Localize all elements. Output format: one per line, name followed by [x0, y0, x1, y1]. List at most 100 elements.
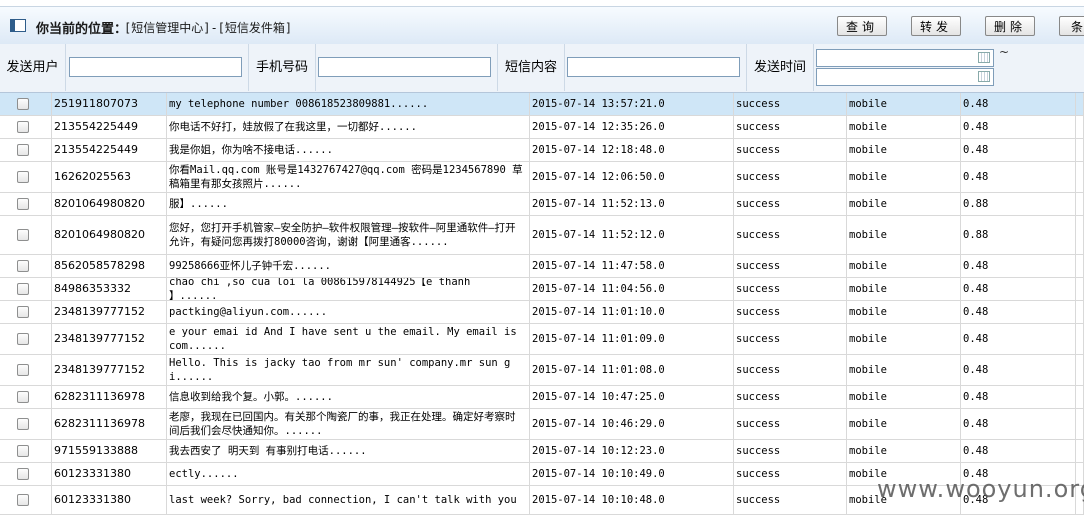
message-content: 99258666亚怀儿子钟千宏...... [169, 260, 332, 272]
checkbox-cell [0, 193, 52, 215]
query-button[interactable]: 查询 [837, 16, 887, 36]
table-row[interactable]: 8201064980820 您好，您打开手机管家—安全防护—软件权限管理—按软件—… [0, 216, 1084, 255]
overflow-cell [1076, 116, 1084, 138]
row-checkbox[interactable] [17, 283, 29, 295]
watermark: www.wooyun.org [877, 475, 1084, 503]
send-time-cell: 2015-07-14 11:52:13.0 [530, 193, 734, 215]
row-checkbox[interactable] [17, 445, 29, 457]
content-input[interactable] [567, 57, 740, 77]
fee-cell: 0.48 [961, 409, 1076, 439]
checkbox-cell [0, 139, 52, 161]
overflow-cell [1076, 355, 1084, 385]
send-time-cell: 2015-07-14 10:12:23.0 [530, 440, 734, 462]
checkbox-cell [0, 278, 52, 300]
checkbox-cell [0, 324, 52, 354]
send-time-cell: 2015-07-14 11:47:58.0 [530, 255, 734, 277]
send-time-cell: 2015-07-14 10:46:29.0 [530, 409, 734, 439]
table-row[interactable]: 213554225449 你电话不好打，娃放假了在我这里，一切都好...... 20… [0, 116, 1084, 139]
send-time-cell: 2015-07-14 12:35:26.0 [530, 116, 734, 138]
breadcrumb: [短信管理中心]-[短信发件箱] [124, 21, 293, 35]
phone-cell: 60123331380 [52, 463, 167, 485]
phone-input[interactable] [318, 57, 491, 77]
row-checkbox[interactable] [17, 306, 29, 318]
checkbox-cell [0, 162, 52, 192]
send-user-input[interactable] [69, 57, 242, 77]
row-checkbox[interactable] [17, 121, 29, 133]
status-cell: success [734, 324, 847, 354]
checkbox-cell [0, 355, 52, 385]
status-cell: success [734, 409, 847, 439]
table-row[interactable]: 8562058578298 99258666亚怀儿子钟千宏...... 2015-0… [0, 255, 1084, 278]
row-checkbox[interactable] [17, 198, 29, 210]
table-row[interactable]: 213554225449 我是你姐，你为啥不接电话...... 2015-07-14… [0, 139, 1084, 162]
phone-cell: 2348139777152 [52, 355, 167, 385]
fee-cell: 0.48 [961, 255, 1076, 277]
type-cell: mobile [847, 409, 961, 439]
phone-cell: 6282311136978 [52, 386, 167, 408]
table-row[interactable]: 16262025563 你看Mail.qq.com 账号是1432767427@q… [0, 162, 1084, 193]
row-checkbox[interactable] [17, 391, 29, 403]
row-checkbox[interactable] [17, 333, 29, 345]
row-checkbox[interactable] [17, 260, 29, 272]
status-cell: success [734, 216, 847, 254]
table-row[interactable]: 971559133888 我去西安了 明天到 有事别打电话...... 2015-0… [0, 440, 1084, 463]
status-cell: success [734, 255, 847, 277]
fee-cell: 0.48 [961, 278, 1076, 300]
calendar-icon[interactable] [978, 71, 990, 82]
toolbar-header: 你当前的位置： [短信管理中心]-[短信发件箱] 查询 转发 删除 条 [0, 7, 1084, 45]
start-time-input[interactable] [816, 49, 994, 67]
phone-cell: 213554225449 [52, 116, 167, 138]
end-time-input[interactable] [816, 68, 994, 86]
overflow-cell [1076, 278, 1084, 300]
filter-bar: 发送用户 手机号码 短信内容 发送时间 ~ [0, 44, 1084, 93]
row-checkbox[interactable] [17, 418, 29, 430]
table-row[interactable]: 2348139777152 Hello. This is jacky tao fr… [0, 355, 1084, 386]
type-cell: mobile [847, 386, 961, 408]
table-row[interactable]: 6282311136978 老廖，我现在已回国内。有关那个陶瓷厂的事，我正在处理。… [0, 409, 1084, 440]
more-button[interactable]: 条 [1059, 16, 1084, 36]
row-checkbox[interactable] [17, 364, 29, 376]
overflow-cell [1076, 139, 1084, 161]
row-checkbox[interactable] [17, 171, 29, 183]
forward-button[interactable]: 转发 [911, 16, 961, 36]
table-row[interactable]: 2348139777152 e your emai id And I have s… [0, 324, 1084, 355]
overflow-cell [1076, 193, 1084, 215]
phone-cell: 251911807073 [52, 93, 167, 115]
content-cell: 我是你姐，你为啥不接电话...... [167, 139, 530, 161]
send-time-cell: 2015-07-14 11:01:09.0 [530, 324, 734, 354]
table-row[interactable]: 8201064980820 服】...... 2015-07-14 11:52:13… [0, 193, 1084, 216]
phone-cell: 60123331380 [52, 486, 167, 514]
type-cell: mobile [847, 216, 961, 254]
checkbox-cell [0, 301, 52, 323]
checkbox-cell [0, 255, 52, 277]
calendar-icon[interactable] [978, 52, 990, 63]
send-time-cell: 2015-07-14 11:01:08.0 [530, 355, 734, 385]
phone-cell: 16262025563 [52, 162, 167, 192]
message-content: 老廖，我现在已回国内。有关那个陶瓷厂的事，我正在处理。确定好考察时间后我们会尽快… [169, 411, 516, 437]
row-checkbox[interactable] [17, 494, 29, 506]
top-clipped-strip [0, 0, 1084, 7]
fee-cell: 0.48 [961, 116, 1076, 138]
type-cell: mobile [847, 162, 961, 192]
row-checkbox[interactable] [17, 98, 29, 110]
table-row[interactable]: 6282311136978 信息收到给我个复。小郭。...... 2015-07-1… [0, 386, 1084, 409]
table-row[interactable]: 2348139777152 pactking@aliyun.com...... 20… [0, 301, 1084, 324]
row-checkbox[interactable] [17, 468, 29, 480]
fee-cell: 0.48 [961, 355, 1076, 385]
row-checkbox[interactable] [17, 229, 29, 241]
phone-cell: 2348139777152 [52, 324, 167, 354]
message-content: 您好，您打开手机管家—安全防护—软件权限管理—按软件—阿里通软件—打开允许，有疑… [169, 222, 516, 248]
send-time-cell: 2015-07-14 10:47:25.0 [530, 386, 734, 408]
content-cell: 你看Mail.qq.com 账号是1432767427@qq.com 密码是12… [167, 162, 530, 192]
table-row[interactable]: 251911807073 my telephone number 00861852… [0, 93, 1084, 116]
row-checkbox[interactable] [17, 144, 29, 156]
table-row[interactable]: 84986353332 chao chi ,so cua loi la 00861… [0, 278, 1084, 301]
fee-cell: 0.48 [961, 324, 1076, 354]
content-cell: ectly...... [167, 463, 530, 485]
checkbox-cell [0, 116, 52, 138]
delete-button[interactable]: 删除 [985, 16, 1035, 36]
send-time-cell: 2015-07-14 11:04:56.0 [530, 278, 734, 300]
checkbox-cell [0, 486, 52, 514]
checkbox-cell [0, 93, 52, 115]
status-cell: success [734, 440, 847, 462]
